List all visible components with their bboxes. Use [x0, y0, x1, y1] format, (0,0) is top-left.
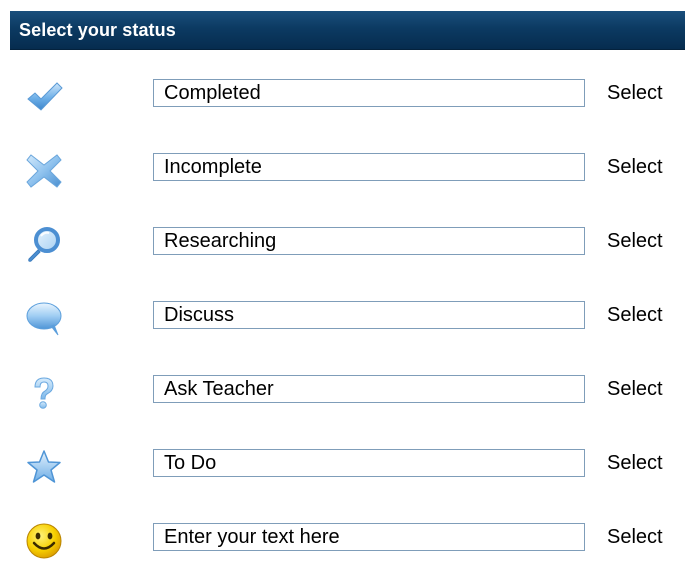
panel-title: Select your status [19, 20, 176, 40]
status-text-field-researching[interactable] [153, 227, 585, 255]
status-row-custom: Select [10, 515, 685, 579]
status-row-completed: Select [10, 71, 685, 135]
status-text-field-custom[interactable] [153, 523, 585, 551]
select-button-completed[interactable]: Select [607, 80, 663, 106]
checkmark-icon[interactable] [24, 77, 64, 117]
status-row-to-do: Select [10, 441, 685, 505]
status-row-researching: Select [10, 219, 685, 283]
status-text-field-incomplete[interactable] [153, 153, 585, 181]
star-icon[interactable] [24, 447, 64, 487]
cross-icon[interactable] [24, 151, 64, 191]
magnifier-icon[interactable] [24, 225, 64, 265]
status-row-incomplete: Select [10, 145, 685, 209]
panel-header: Select your status [10, 11, 685, 50]
select-button-custom[interactable]: Select [607, 524, 663, 550]
status-text-field-discuss[interactable] [153, 301, 585, 329]
status-panel: Select your status Select [10, 11, 685, 559]
select-button-ask-teacher[interactable]: Select [607, 376, 663, 402]
question-mark-icon[interactable] [24, 373, 64, 413]
select-button-discuss[interactable]: Select [607, 302, 663, 328]
select-button-to-do[interactable]: Select [607, 450, 663, 476]
select-button-researching[interactable]: Select [607, 228, 663, 254]
status-text-field-ask-teacher[interactable] [153, 375, 585, 403]
status-row-ask-teacher: Select [10, 367, 685, 431]
smiley-icon[interactable] [24, 521, 64, 561]
select-button-incomplete[interactable]: Select [607, 154, 663, 180]
status-text-field-to-do[interactable] [153, 449, 585, 477]
status-row-discuss: Select [10, 293, 685, 357]
speech-bubble-icon[interactable] [24, 299, 64, 339]
status-text-field-completed[interactable] [153, 79, 585, 107]
